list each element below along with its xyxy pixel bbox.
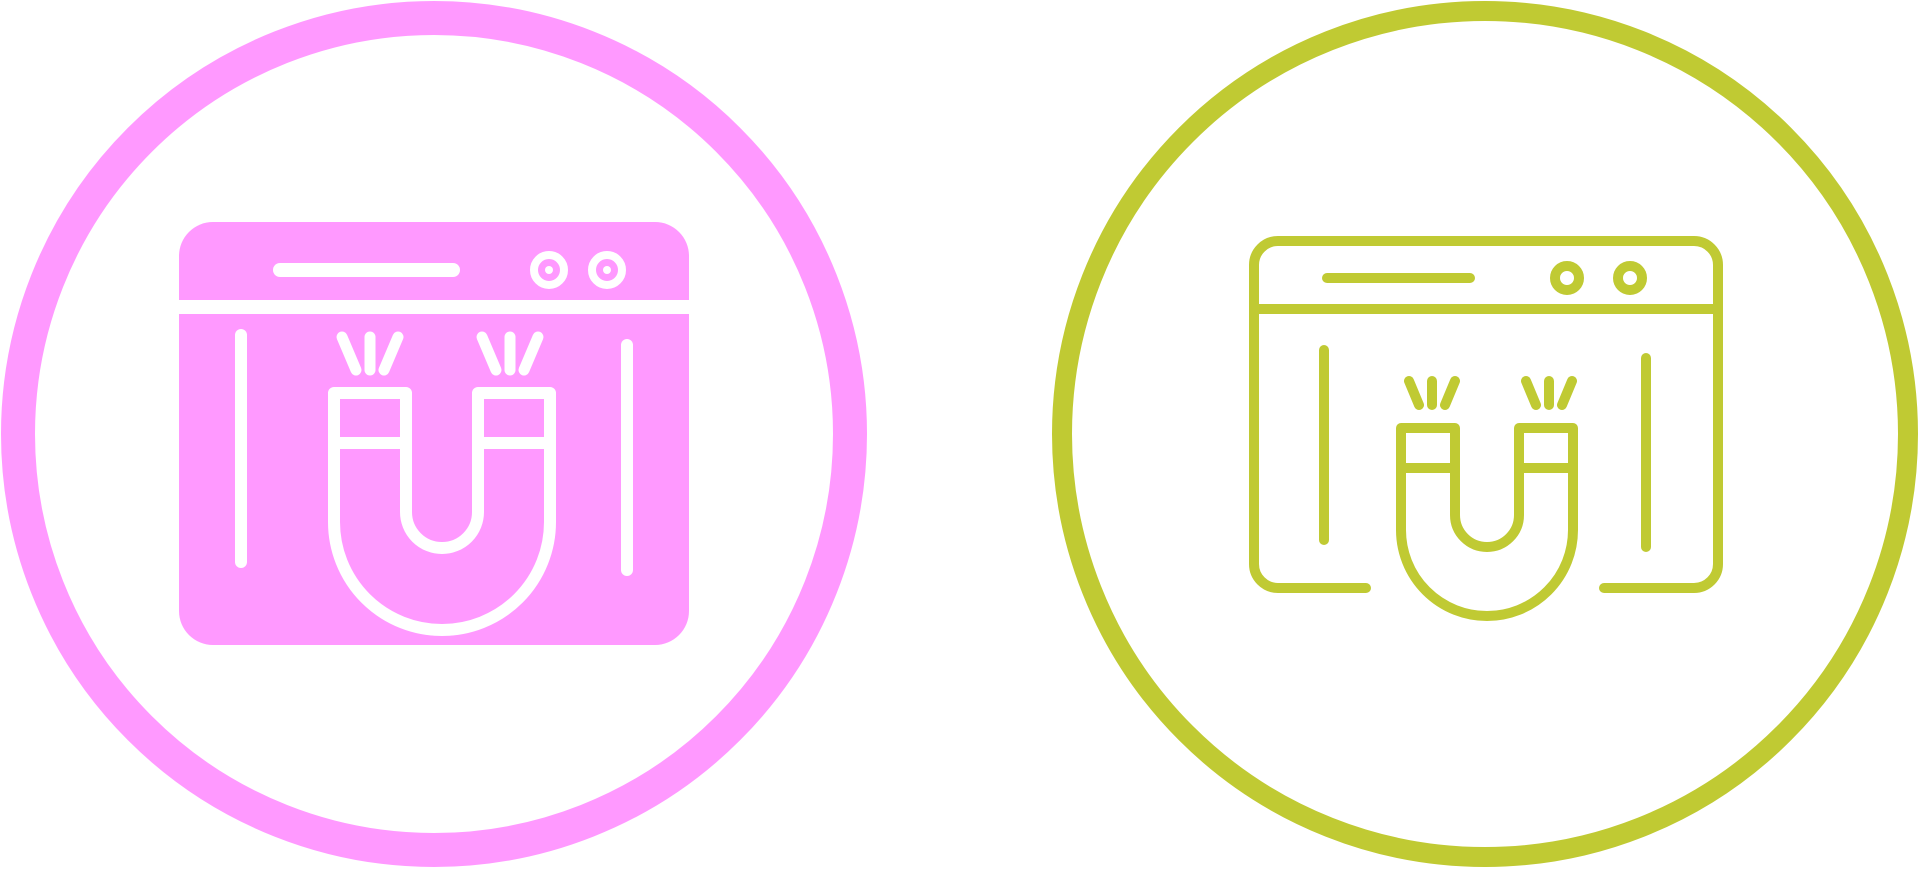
window-button-dot <box>603 266 611 274</box>
magnet-browser-outline-icon <box>1050 0 1919 869</box>
window-button-icon <box>1550 261 1584 295</box>
glyph-icon-svg <box>1 1 867 867</box>
field-line <box>1557 376 1577 410</box>
magnet-body <box>1396 423 1578 621</box>
ring-circle <box>1052 1 1918 867</box>
icon-pair <box>0 0 1920 869</box>
field-line <box>1404 376 1424 410</box>
address-bar <box>273 263 460 277</box>
window-button-dot <box>545 266 553 274</box>
title-bar-divider <box>179 300 689 314</box>
field-line <box>1521 376 1541 410</box>
window-button-icon <box>1613 261 1647 295</box>
magnet-browser-glyph-icon <box>0 0 869 869</box>
field-line <box>1440 376 1460 410</box>
outline-icon-svg <box>1052 1 1918 867</box>
